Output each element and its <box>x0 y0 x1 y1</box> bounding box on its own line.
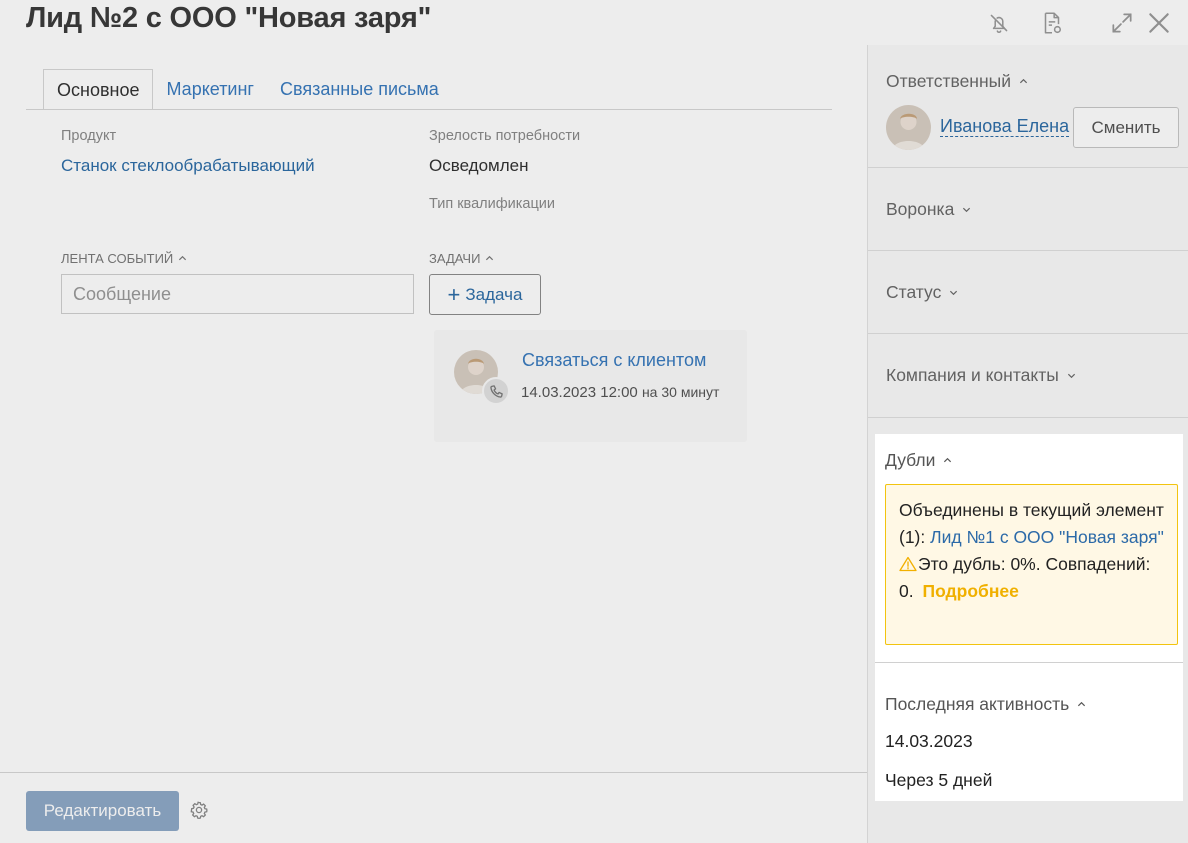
sidebar-divider <box>868 417 1188 418</box>
footer-divider <box>0 772 868 773</box>
change-responsible-button[interactable]: Сменить <box>1073 107 1179 148</box>
duplicate-warning: Это дубль: 0%. Совпадений: 0. Подробнее <box>899 551 1164 605</box>
tasks-label: ЗАДАЧИ <box>429 251 481 266</box>
responsible-toggle[interactable]: Ответственный <box>886 71 1028 92</box>
phone-icon <box>482 377 510 405</box>
avatar <box>886 105 931 150</box>
tab-marketing[interactable]: Маркетинг <box>153 69 267 110</box>
sidebar-divider <box>868 250 1188 251</box>
document-settings-icon[interactable] <box>1039 10 1065 36</box>
responsible-label: Ответственный <box>886 71 1011 91</box>
maturity-label: Зрелость потребности <box>429 128 581 144</box>
tab-main[interactable]: Основное <box>43 69 154 110</box>
tabs-divider <box>26 109 832 110</box>
status-label: Статус <box>886 282 942 302</box>
duplicates-label: Дубли <box>885 450 936 470</box>
more-details-link[interactable]: Подробнее <box>922 581 1018 601</box>
task-datetime: 14.03.2023 12:00 на 30 минут <box>521 384 719 401</box>
task-duration: на 30 минут <box>641 384 720 400</box>
tasks-section-toggle[interactable]: ЗАДАЧИ <box>429 251 494 266</box>
chevron-down-icon <box>949 288 958 297</box>
panel-divider <box>875 662 1183 663</box>
funnel-label: Воронка <box>886 199 955 219</box>
edit-button[interactable]: Редактировать <box>26 791 179 831</box>
tab-bar: Основное Маркетинг Связанные письма <box>43 69 452 110</box>
add-task-label: Задача <box>465 284 523 304</box>
expand-icon[interactable] <box>1109 10 1135 36</box>
bell-off-icon[interactable] <box>986 10 1012 36</box>
sidebar-divider <box>868 167 1188 168</box>
company-contacts-label: Компания и контакты <box>886 365 1059 385</box>
highlighted-panel: Дубли Объединены в текущий элемент (1): … <box>875 434 1183 801</box>
feed-label: ЛЕНТА СОБЫТИЙ <box>61 251 174 266</box>
message-input[interactable] <box>61 274 414 314</box>
status-toggle[interactable]: Статус <box>886 282 958 303</box>
qualification-label: Тип квалификации <box>429 196 555 212</box>
last-activity-label: Последняя активность <box>885 694 1070 714</box>
tab-related-emails[interactable]: Связанные письма <box>267 69 452 110</box>
funnel-toggle[interactable]: Воронка <box>886 199 971 220</box>
chevron-up-icon <box>1077 700 1086 709</box>
responsible-name-link[interactable]: Иванова Елена <box>940 116 1070 137</box>
add-task-button[interactable]: + Задача <box>429 274 541 315</box>
product-label: Продукт <box>61 128 117 144</box>
last-activity-relative: Через 5 дней <box>885 770 993 790</box>
chevron-up-icon <box>943 456 952 465</box>
duplicates-toggle[interactable]: Дубли <box>885 450 952 471</box>
lead-card-page: Лид №2 с ООО "Новая заря" Основное Марке… <box>0 0 1188 843</box>
last-activity-date: 14.03.2023 <box>885 731 973 751</box>
dim-overlay <box>0 434 875 843</box>
sidebar-divider <box>868 333 1188 334</box>
page-title: Лид №2 с ООО "Новая заря" <box>26 2 432 34</box>
product-value-link[interactable]: Станок стеклообрабатывающий <box>61 156 315 176</box>
duplicates-notice: Объединены в текущий элемент (1): Лид №1… <box>885 484 1178 645</box>
chevron-up-icon <box>1019 77 1028 86</box>
task-date: 14.03.2023 12:00 <box>521 384 638 401</box>
chevron-up-icon <box>178 254 187 263</box>
gear-icon[interactable] <box>189 800 209 820</box>
task-card[interactable]: Связаться с клиентом 14.03.2023 12:00 на… <box>434 330 747 442</box>
last-activity-toggle[interactable]: Последняя активность <box>885 694 1086 715</box>
chevron-up-icon <box>485 254 494 263</box>
chevron-down-icon <box>962 205 971 214</box>
company-contacts-toggle[interactable]: Компания и контакты <box>886 365 1076 386</box>
merged-lead-link[interactable]: Лид №1 с ООО "Новая заря" <box>930 527 1164 547</box>
task-title-link[interactable]: Связаться с клиентом <box>522 350 706 371</box>
close-icon[interactable] <box>1146 10 1172 36</box>
feed-section-toggle[interactable]: ЛЕНТА СОБЫТИЙ <box>61 251 187 266</box>
warning-icon <box>899 556 917 572</box>
plus-icon: + <box>447 281 461 307</box>
maturity-value: Осведомлен <box>429 156 529 175</box>
chevron-down-icon <box>1067 371 1076 380</box>
